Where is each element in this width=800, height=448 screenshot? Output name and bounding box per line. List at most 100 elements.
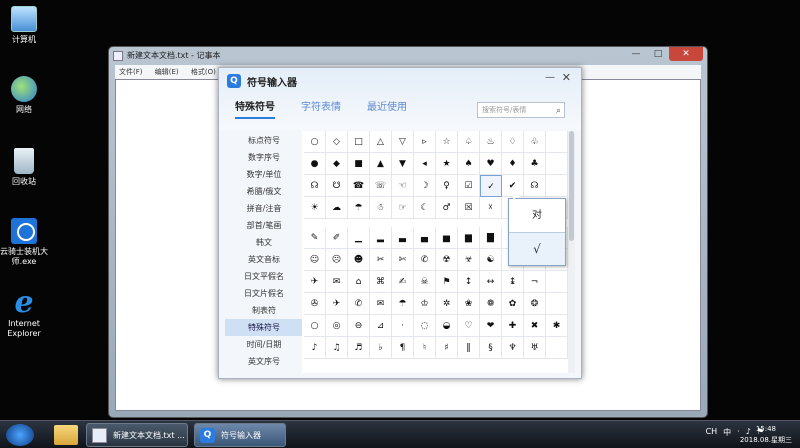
- notepad-titlebar[interactable]: 新建文本文档.txt - 记事本 — □ ✕: [109, 47, 707, 65]
- maximize-button[interactable]: □: [647, 47, 669, 61]
- symbol-cell[interactable]: ✉: [326, 271, 348, 293]
- category-item[interactable]: 数字/单位: [225, 166, 303, 183]
- symbol-cell[interactable]: ♅: [524, 337, 546, 359]
- category-item[interactable]: 日文平假名: [225, 268, 303, 285]
- tab-recently-used[interactable]: 最近使用: [367, 98, 407, 119]
- symbol-cell[interactable]: ▅: [436, 227, 458, 249]
- symbol-cell[interactable]: ✿: [502, 293, 524, 315]
- symbol-cell[interactable]: ✖: [524, 315, 546, 337]
- desktop-icon-recycle-bin[interactable]: 回收站: [0, 148, 48, 187]
- symbol-cell[interactable]: ✚: [502, 315, 524, 337]
- symbol-cell[interactable]: ◒: [436, 315, 458, 337]
- symbol-cell[interactable]: ❀: [458, 293, 480, 315]
- symbol-cell[interactable]: ♨: [480, 131, 502, 153]
- symbol-cell[interactable]: □: [348, 131, 370, 153]
- symbol-cell[interactable]: [546, 131, 568, 153]
- symbol-cell[interactable]: ☹: [326, 249, 348, 271]
- category-item[interactable]: 制表符: [225, 302, 303, 319]
- category-item[interactable]: 数字序号: [225, 149, 303, 166]
- tab-character-emoticons[interactable]: 字符表情: [301, 98, 341, 119]
- symbol-cell[interactable]: ◎: [326, 315, 348, 337]
- desktop-icon-ie[interactable]: e Internet Explorer: [0, 288, 48, 339]
- search-icon[interactable]: ⌕: [556, 104, 561, 118]
- symbol-cell[interactable]: ▹: [414, 131, 436, 153]
- start-button[interactable]: [6, 424, 34, 446]
- scrollbar-thumb[interactable]: [569, 131, 574, 241]
- symbol-cell[interactable]: ☊: [524, 175, 546, 197]
- category-item[interactable]: 希腊/俄文: [225, 183, 303, 200]
- symbol-cell[interactable]: ♬: [348, 337, 370, 359]
- symbol-cell[interactable]: ❂: [524, 293, 546, 315]
- symbol-cell[interactable]: ⊿: [370, 315, 392, 337]
- symbol-cell[interactable]: ♪: [304, 337, 326, 359]
- symbol-cell[interactable]: ↔: [480, 271, 502, 293]
- symbol-cell[interactable]: ♧: [524, 131, 546, 153]
- symbol-cell[interactable]: ✈: [304, 271, 326, 293]
- symbol-cell[interactable]: ✈: [326, 293, 348, 315]
- symbol-cell[interactable]: ▄: [414, 227, 436, 249]
- symbol-cell[interactable]: ☢: [436, 249, 458, 271]
- symbol-cell[interactable]: ♡: [458, 315, 480, 337]
- symbol-cell[interactable]: ❁: [480, 293, 502, 315]
- category-item[interactable]: 特殊符号: [225, 319, 303, 336]
- symbol-cell[interactable]: ✐: [326, 227, 348, 249]
- symbol-cell[interactable]: ☻: [348, 249, 370, 271]
- symbol-cell[interactable]: ♮: [414, 337, 436, 359]
- symbol-cell[interactable]: ✍: [392, 271, 414, 293]
- symbol-cell[interactable]: ☋: [326, 175, 348, 197]
- symbol-cell[interactable]: ☾: [414, 197, 436, 219]
- symbol-cell[interactable]: ⚑: [436, 271, 458, 293]
- symbol-cell[interactable]: ✆: [414, 249, 436, 271]
- symbol-cell[interactable]: ◂: [414, 153, 436, 175]
- symbol-cell[interactable]: [546, 175, 568, 197]
- symbol-cell[interactable]: ▇: [480, 227, 502, 249]
- taskbar-symbol-button[interactable]: Q 符号输入器: [194, 423, 286, 447]
- search-input[interactable]: 搜索符号/表情 ⌕: [477, 102, 565, 118]
- symbol-cell[interactable]: ♣: [524, 153, 546, 175]
- symbol-cell[interactable]: ♢: [502, 131, 524, 153]
- symbol-cell[interactable]: ◌: [414, 315, 436, 337]
- symbol-cell[interactable]: ▼: [392, 153, 414, 175]
- tab-special-symbols[interactable]: 特殊符号: [235, 98, 275, 119]
- symbol-cell[interactable]: ▽: [392, 131, 414, 153]
- dialog-close-button[interactable]: ✕: [562, 71, 571, 84]
- symbol-cell[interactable]: ☽: [414, 175, 436, 197]
- symbol-cell[interactable]: ☃: [370, 197, 392, 219]
- dialog-minimize-button[interactable]: —: [545, 72, 555, 83]
- desktop-icon-app[interactable]: 云骑士装机大师.exe: [0, 218, 48, 267]
- symbol-cell[interactable]: ▃: [392, 227, 414, 249]
- menu-file[interactable]: 文件(F): [119, 68, 143, 76]
- clock[interactable]: 15:48 2018.08.星期三: [740, 424, 792, 446]
- symbol-cell[interactable]: ☏: [370, 175, 392, 197]
- symbol-cell[interactable]: ☁: [326, 197, 348, 219]
- symbol-cell[interactable]: ☂: [348, 197, 370, 219]
- symbol-cell[interactable]: ☎: [348, 175, 370, 197]
- desktop-icon-computer[interactable]: 计算机: [0, 6, 48, 45]
- symbol-cell[interactable]: ◇: [326, 131, 348, 153]
- symbol-cell[interactable]: ♫: [326, 337, 348, 359]
- popup-preview[interactable]: √: [509, 233, 565, 265]
- symbol-cell[interactable]: ♠: [458, 153, 480, 175]
- menu-edit[interactable]: 编辑(E): [155, 68, 179, 76]
- language-indicator[interactable]: CH: [706, 427, 718, 438]
- symbol-cell[interactable]: ☀: [304, 197, 326, 219]
- category-item[interactable]: 日文片假名: [225, 285, 303, 302]
- symbol-grid-scrollbar[interactable]: [568, 131, 575, 373]
- close-button[interactable]: ✕: [669, 47, 703, 61]
- category-item[interactable]: 英文序号: [225, 353, 303, 370]
- symbol-cell[interactable]: ♥: [480, 153, 502, 175]
- category-item[interactable]: 英文音标: [225, 251, 303, 268]
- symbol-cell[interactable]: ✆: [348, 293, 370, 315]
- symbol-cell[interactable]: ◆: [326, 153, 348, 175]
- symbol-cell[interactable]: ♦: [502, 153, 524, 175]
- symbol-cell[interactable]: △: [370, 131, 392, 153]
- symbol-cell[interactable]: ▆: [458, 227, 480, 249]
- symbol-cell[interactable]: ■: [348, 153, 370, 175]
- symbol-cell[interactable]: §: [480, 337, 502, 359]
- symbol-cell[interactable]: [546, 293, 568, 315]
- explorer-folder-icon[interactable]: [54, 425, 78, 445]
- symbol-cell[interactable]: ☂: [392, 293, 414, 315]
- symbol-cell[interactable]: ☣: [458, 249, 480, 271]
- symbol-cell[interactable]: ✲: [436, 293, 458, 315]
- symbol-cell[interactable]: ✇: [304, 293, 326, 315]
